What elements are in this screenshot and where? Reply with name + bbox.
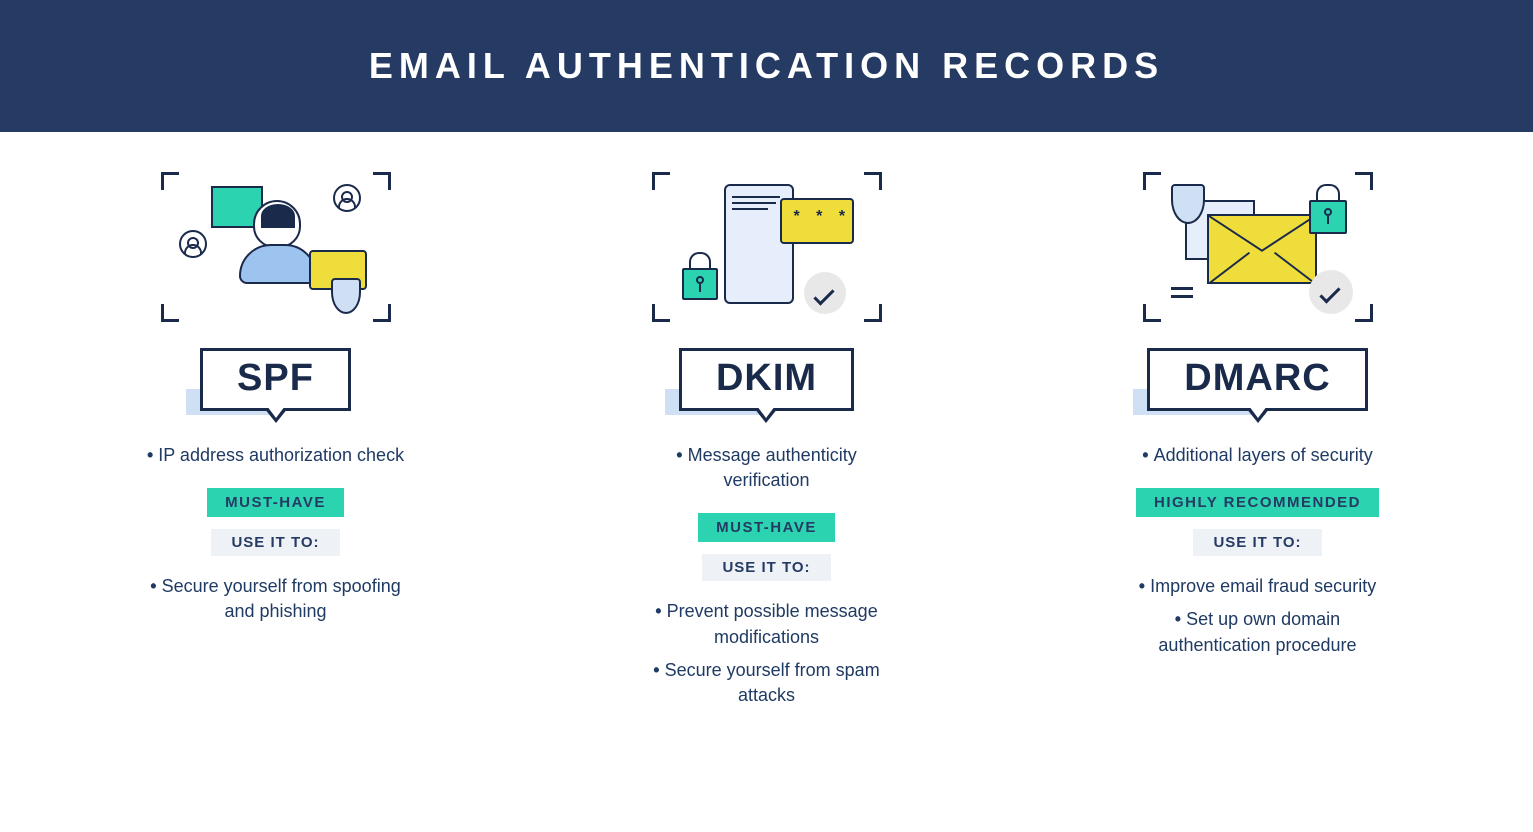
spf-desc: IP address authorization check — [147, 443, 404, 468]
spf-priority-badge: MUST-HAVE — [207, 488, 344, 517]
dmarc-label-bubble: DMARC — [1147, 348, 1367, 411]
lock-icon — [682, 268, 718, 300]
dkim-desc: Message authenticity verification — [637, 443, 897, 493]
dmarc-label: DMARC — [1147, 348, 1367, 411]
dkim-priority-badge: MUST-HAVE — [698, 513, 835, 542]
person-icon — [179, 230, 207, 258]
use-it-label: USE IT TO: — [1193, 529, 1321, 556]
dkim-label: DKIM — [679, 348, 854, 411]
envelope-icon — [1207, 214, 1317, 284]
use-it-label: USE IT TO: — [211, 529, 339, 556]
spf-use-1: Secure yourself from spoofing and phishi… — [146, 574, 406, 624]
column-dkim: * * * DKIM Message authenticity verifica… — [547, 172, 987, 712]
dmarc-use-2: Set up own domain authentication procedu… — [1128, 607, 1388, 657]
dkim-label-bubble: DKIM — [679, 348, 854, 411]
column-spf: SPF IP address authorization check MUST-… — [56, 172, 496, 712]
dkim-use-1: Prevent possible message modifications — [637, 599, 897, 649]
spf-label-bubble: SPF — [200, 348, 351, 411]
dkim-use-2: Secure yourself from spam attacks — [637, 658, 897, 708]
spf-illustration — [161, 172, 391, 322]
dmarc-desc: Additional layers of security — [1142, 443, 1372, 468]
dmarc-priority-badge: HIGHLY RECOMMENDED — [1136, 488, 1379, 517]
person-icon — [333, 184, 361, 212]
column-dmarc: DMARC Additional layers of security HIGH… — [1038, 172, 1478, 712]
spf-label: SPF — [200, 348, 351, 411]
lock-icon — [1309, 200, 1347, 234]
check-circle-icon — [1309, 270, 1353, 314]
use-it-label: USE IT TO: — [702, 554, 830, 581]
dkim-illustration: * * * — [652, 172, 882, 322]
dmarc-use-1: Improve email fraud security — [1139, 574, 1376, 599]
check-circle-icon — [804, 272, 846, 314]
dmarc-illustration — [1143, 172, 1373, 322]
speech-bubble-icon: * * * — [780, 198, 854, 244]
page-title: EMAIL AUTHENTICATION RECORDS — [0, 0, 1533, 132]
shield-icon — [331, 278, 361, 314]
columns-container: SPF IP address authorization check MUST-… — [0, 132, 1533, 712]
